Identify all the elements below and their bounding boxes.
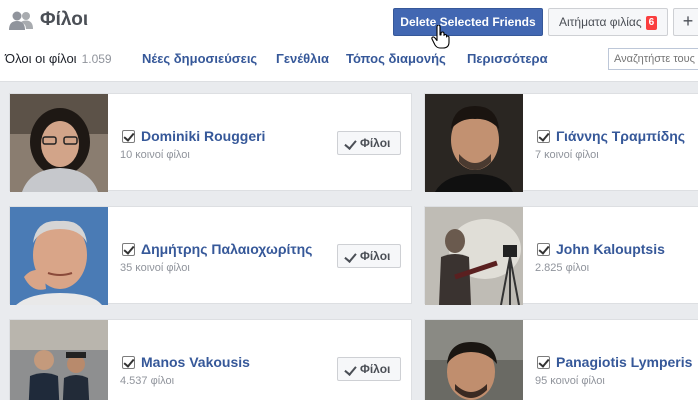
friends-icon <box>9 11 33 30</box>
friend-card: Γιάννης Τραμπίδης 7 κοινοί φίλοι <box>424 93 698 192</box>
mutual-friends-count: 7 κοινοί φίλοι <box>535 149 599 161</box>
mutual-friends-count: 10 κοινοί φίλοι <box>120 149 190 161</box>
friend-card: Panagiotis Lymperis 95 κοινοί φίλοι <box>424 319 698 400</box>
friend-photo[interactable] <box>10 207 108 305</box>
friends-search-input[interactable] <box>608 48 698 70</box>
friend-select-checkbox[interactable] <box>122 130 135 143</box>
friend-photo[interactable] <box>10 320 108 400</box>
tab-current-city[interactable]: Τόπος διαμονής <box>346 51 446 66</box>
friend-select-checkbox[interactable] <box>537 356 550 369</box>
requests-badge: 6 <box>645 16 658 30</box>
friend-card: Dominiki Rouggeri 10 κοινοί φίλοι Φίλοι <box>9 93 412 192</box>
friend-name[interactable]: Δημήτρης Παλαιοχωρίτης <box>141 241 312 257</box>
mutual-friends-count: 2.825 φίλοι <box>535 262 590 274</box>
friend-select-checkbox[interactable] <box>537 130 550 143</box>
tab-more[interactable]: Περισσότερα <box>467 51 548 66</box>
friend-photo[interactable] <box>425 207 523 305</box>
friends-count: 1.059 <box>81 52 112 66</box>
friend-name[interactable]: Manos Vakousis <box>141 354 250 370</box>
friend-name[interactable]: Γιάννης Τραμπίδης <box>556 128 685 144</box>
friend-select-checkbox[interactable] <box>122 356 135 369</box>
friend-name[interactable]: Dominiki Rouggeri <box>141 128 265 144</box>
friend-photo[interactable] <box>425 320 523 400</box>
tab-recent-posts[interactable]: Νέες δημοσιεύσεις <box>142 51 257 66</box>
friends-status-button[interactable]: Φίλοι <box>337 357 401 381</box>
friend-card: Manos Vakousis 4.537 φίλοι Φίλοι <box>9 319 412 400</box>
friends-status-button[interactable]: Φίλοι <box>337 244 401 268</box>
tab-birthdays[interactable]: Γενέθλια <box>276 51 329 66</box>
friend-requests-label: Αιτήματα φιλίας <box>559 15 642 29</box>
friend-photo[interactable] <box>10 94 108 192</box>
mutual-friends-count: 95 κοινοί φίλοι <box>535 375 605 387</box>
add-friend-button[interactable]: + <box>673 8 698 36</box>
friend-card: John Kalouptsis 2.825 φίλοι <box>424 206 698 305</box>
friend-select-checkbox[interactable] <box>122 243 135 256</box>
tab-all-friends-label: Όλοι οι φίλοι <box>5 51 77 66</box>
page-title: Φίλοι <box>40 9 89 30</box>
friend-requests-button[interactable]: Αιτήματα φιλίας 6 <box>548 8 668 36</box>
tab-all-friends[interactable]: Όλοι οι φίλοι 1.059 <box>5 51 112 66</box>
friend-name[interactable]: John Kalouptsis <box>556 241 665 257</box>
delete-selected-friends-button[interactable]: Delete Selected Friends <box>393 8 543 36</box>
friend-photo[interactable] <box>425 94 523 192</box>
friends-header: Φίλοι Delete Selected Friends Αιτήματα φ… <box>0 0 698 82</box>
mutual-friends-count: 4.537 φίλοι <box>120 375 175 387</box>
friend-name[interactable]: Panagiotis Lymperis <box>556 354 692 370</box>
friend-card: Δημήτρης Παλαιοχωρίτης 35 κοινοί φίλοι Φ… <box>9 206 412 305</box>
mutual-friends-count: 35 κοινοί φίλοι <box>120 262 190 274</box>
friend-select-checkbox[interactable] <box>537 243 550 256</box>
hand-cursor-icon <box>431 25 450 49</box>
friends-status-button[interactable]: Φίλοι <box>337 131 401 155</box>
